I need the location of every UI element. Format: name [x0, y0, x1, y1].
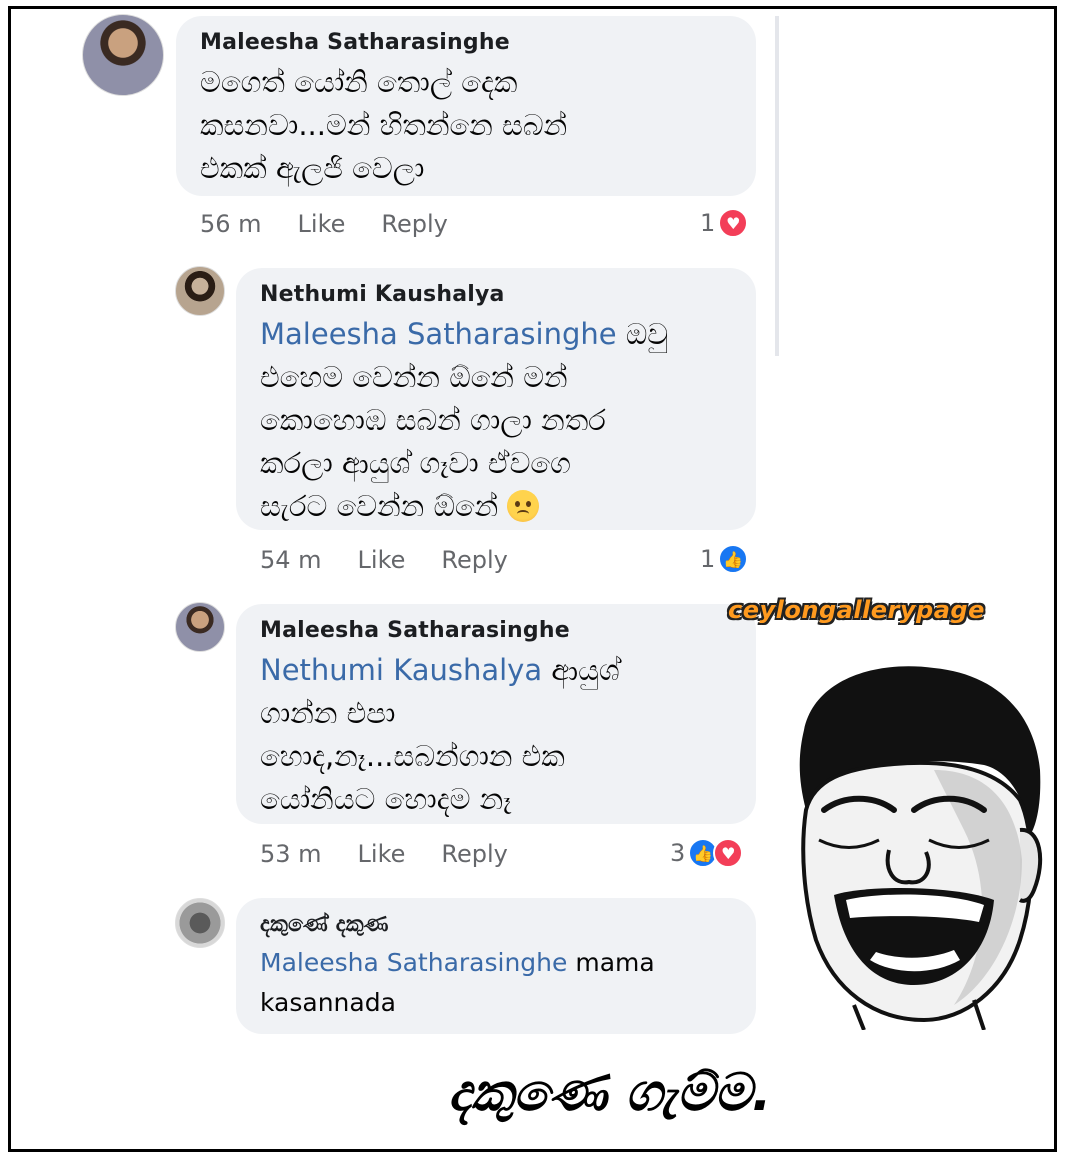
reply-button[interactable]: Reply	[381, 210, 447, 238]
mention-link[interactable]: Maleesha Satharasinghe	[260, 948, 567, 977]
comment-text: මගෙත් යෝනි තොල් දෙක කසනවා...මන් හිතන්නෙ …	[200, 61, 732, 190]
worried-face-icon	[507, 490, 540, 522]
comment-author[interactable]: Maleesha Satharasinghe	[200, 30, 732, 55]
like-button[interactable]: Like	[358, 840, 406, 868]
reaction-summary-3[interactable]: 3 👍 ♥	[670, 838, 744, 868]
reaction-summary-1[interactable]: 1 ♥	[700, 208, 749, 238]
comment-time: 53 m	[260, 840, 322, 868]
comment-actions-1: 56 m Like Reply	[200, 210, 448, 238]
comment-line: යෝනියට හොදම නෑ	[260, 782, 512, 816]
meme-caption: දකුණෙ ගැම්ම.	[448, 1063, 772, 1123]
reaction-count: 1	[700, 209, 716, 237]
avatar-dakune[interactable]	[175, 898, 225, 948]
like-button[interactable]: Like	[298, 210, 346, 238]
love-icon: ♥	[713, 838, 744, 868]
comment-line: kasannada	[260, 988, 396, 1017]
thread-divider	[775, 16, 779, 356]
comment-bubble-3: Maleesha Satharasinghe Nethumi Kaushalya…	[236, 604, 756, 824]
reply-button[interactable]: Reply	[441, 840, 507, 868]
comment-time: 56 m	[200, 210, 262, 238]
watermark-label: ceylongallerypage	[728, 596, 985, 624]
mention-link[interactable]: Maleesha Satharasinghe	[260, 317, 617, 351]
comment-line: එහෙම වෙන්න ඕනේ මන්	[260, 360, 568, 394]
comment-author[interactable]: Nethumi Kaushalya	[260, 282, 732, 307]
comment-line: සැරට වෙන්න ඕනේ	[260, 489, 499, 523]
comment-actions-2: 54 m Like Reply	[260, 546, 508, 574]
comment-bubble-1: Maleesha Satharasinghe මගෙත් යෝනි තොල් ද…	[176, 16, 756, 196]
comment-line: ඔවු	[625, 317, 669, 351]
comment-actions-3: 53 m Like Reply	[260, 840, 508, 868]
avatar-nethumi[interactable]	[175, 266, 225, 316]
reply-button[interactable]: Reply	[441, 546, 507, 574]
comment-time: 54 m	[260, 546, 322, 574]
reaction-summary-2[interactable]: 1 👍	[700, 544, 749, 574]
comment-line: එකක් ඇලජි වෙලා	[200, 151, 425, 185]
comment-line: කොහොඹ සබන් ගාලා නතර	[260, 403, 606, 437]
comment-line: mama	[575, 948, 655, 977]
comment-bubble-4: දකුණේ දකුණ Maleesha Satharasinghe mama k…	[236, 898, 756, 1034]
comment-author[interactable]: දකුණේ දකුණ	[260, 912, 732, 937]
mention-link[interactable]: Nethumi Kaushalya	[260, 653, 542, 687]
comment-line: හොද,නෑ...සබන්ගාන එක	[260, 739, 565, 773]
comment-line: ගාන්න එපා	[260, 696, 396, 730]
comment-line: ආයුශ්	[551, 653, 620, 687]
avatar-maleesha[interactable]	[82, 14, 164, 96]
comment-line: කසනවා...මන් හිතන්නෙ සබන්	[200, 108, 568, 142]
comment-text: Maleesha Satharasinghe mama kasannada	[260, 943, 732, 1023]
comment-text: Nethumi Kaushalya ආයුශ් ගාන්න එපා හොද,නෑ…	[260, 649, 732, 821]
laughing-face-meme	[799, 666, 1043, 1030]
comment-line: කරලා ආයුශ් ගෑවා ඒවගෙ	[260, 446, 571, 480]
comment-line: මගෙත් යෝනි තොල් දෙක	[200, 65, 518, 99]
reaction-count: 3	[670, 839, 686, 867]
reaction-count: 1	[700, 545, 716, 573]
like-icon: 👍	[718, 544, 749, 574]
comment-text: Maleesha Satharasinghe ඔවු එහෙම වෙන්න ඕන…	[260, 313, 732, 528]
love-icon: ♥	[718, 208, 749, 238]
avatar-maleesha[interactable]	[175, 602, 225, 652]
comment-bubble-2: Nethumi Kaushalya Maleesha Satharasinghe…	[236, 268, 756, 530]
comment-author[interactable]: Maleesha Satharasinghe	[260, 618, 732, 643]
like-button[interactable]: Like	[358, 546, 406, 574]
